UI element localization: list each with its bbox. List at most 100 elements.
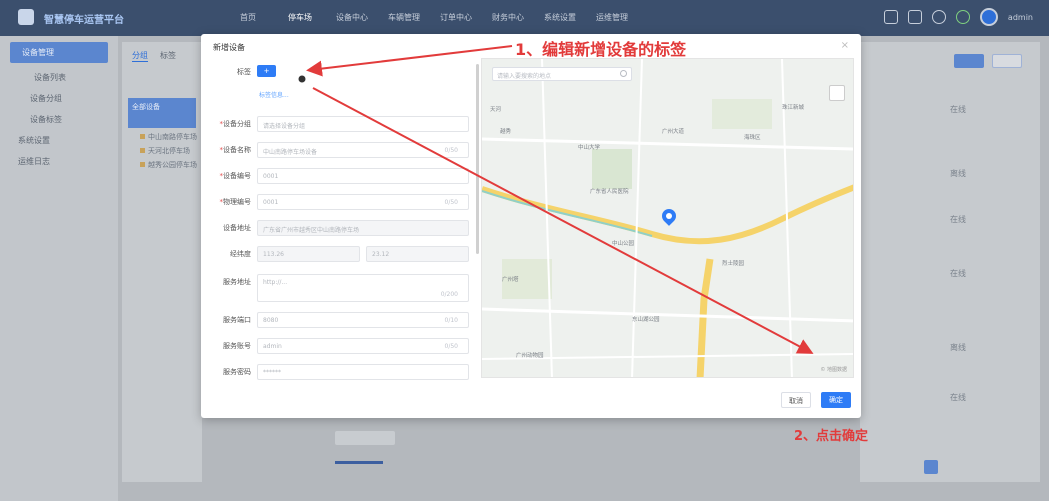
username[interactable]: admin bbox=[1008, 13, 1033, 22]
status-icon[interactable] bbox=[955, 10, 970, 24]
device-table-actions: 在线 离线 在线 在线 离线 在线 bbox=[860, 42, 1040, 482]
page-size-select[interactable] bbox=[335, 431, 395, 445]
notification-icon[interactable] bbox=[931, 10, 946, 24]
tree-node[interactable]: 中山南路停车场 bbox=[122, 128, 202, 142]
tree-node-label: 天河北停车场 bbox=[148, 147, 190, 155]
add-button[interactable] bbox=[954, 54, 984, 68]
form-row-coords: 经纬度 113.26 23.12 bbox=[201, 246, 477, 264]
annotation-step1: 1、编辑新增设备的标签 bbox=[515, 40, 687, 59]
form-row-name: *设备名称 中山南路停车场设备 0/50 bbox=[201, 142, 477, 160]
sidebar-item-device-list[interactable]: 设备列表 bbox=[0, 67, 118, 88]
nav-item-devices[interactable]: 设备中心 bbox=[326, 0, 378, 36]
tag-label: 标签 bbox=[237, 68, 251, 76]
field-label: 设备地址 bbox=[223, 224, 251, 232]
service-port-input[interactable]: 8080 0/10 bbox=[257, 312, 469, 328]
folder-icon bbox=[140, 134, 145, 139]
status-cell: 离线 bbox=[950, 343, 966, 352]
tag-row: 标签 + 标签信息... bbox=[201, 64, 477, 99]
tree-selected-node[interactable]: 全部设备 bbox=[128, 98, 196, 128]
form-scrollbar[interactable] bbox=[476, 64, 479, 254]
add-device-modal: 新增设备 × 标签 + 标签信息... *设备分组 请选择设备分组 *设备名称 … bbox=[201, 34, 861, 418]
message-icon[interactable] bbox=[907, 10, 922, 24]
field-label: *设备编号 bbox=[219, 172, 252, 180]
sidebar-item-device-mgmt[interactable]: 设备管理 bbox=[10, 42, 108, 63]
form-row-port: 服务端口 8080 0/10 bbox=[201, 312, 477, 330]
service-url-input[interactable]: http://... 0/200 bbox=[257, 274, 469, 302]
map-label: 珠江新城 bbox=[782, 105, 805, 111]
map-label: 烈士陵园 bbox=[722, 261, 745, 267]
fullscreen-icon[interactable] bbox=[883, 10, 898, 24]
field-label: 服务端口 bbox=[223, 316, 251, 324]
device-group-select[interactable]: 请选择设备分组 bbox=[257, 116, 469, 132]
tag-hint-link[interactable]: 标签信息... bbox=[259, 90, 289, 99]
sidebar-item-device-tag[interactable]: 设备标签 bbox=[0, 109, 118, 130]
app-title: 智慧停车运营平台 bbox=[44, 15, 124, 26]
map-label: 海珠区 bbox=[744, 135, 761, 141]
field-label: 经纬度 bbox=[230, 250, 251, 258]
map-credit: © 地图数据 bbox=[820, 367, 847, 373]
nav-item-ops[interactable]: 运维管理 bbox=[586, 0, 638, 36]
nav-item-parking[interactable]: 停车场 bbox=[274, 0, 326, 36]
field-label: 服务密码 bbox=[223, 368, 251, 376]
sidebar-item-device-group[interactable]: 设备分组 bbox=[0, 88, 118, 109]
nav-item-home[interactable]: 首页 bbox=[222, 0, 274, 36]
top-navbar: 智慧停车运营平台 首页 停车场 设备中心 车辆管理 订单中心 财务中心 系统设置… bbox=[0, 0, 1049, 36]
form-row-code: *设备编号 0001 bbox=[201, 168, 477, 186]
annotation-step2: 2、点击确定 bbox=[794, 429, 869, 444]
device-address-input[interactable]: 广东省广州市越秀区中山南路停车场 bbox=[257, 220, 469, 236]
tree-node-label: 中山南路停车场 bbox=[148, 133, 197, 141]
sidebar-item-system[interactable]: 系统设置 bbox=[0, 130, 118, 151]
form-row-group: *设备分组 请选择设备分组 bbox=[201, 116, 477, 134]
physical-code-input[interactable]: 0001 0/50 bbox=[257, 194, 469, 210]
map-label: 广州动物园 bbox=[516, 353, 544, 359]
close-icon[interactable]: × bbox=[841, 40, 849, 51]
search-icon bbox=[620, 70, 627, 77]
service-password-input[interactable]: ****** bbox=[257, 364, 469, 380]
device-code-input[interactable]: 0001 bbox=[257, 168, 469, 184]
nav-item-finance[interactable]: 财务中心 bbox=[482, 0, 534, 36]
longitude-input[interactable]: 113.26 bbox=[257, 246, 360, 262]
modal-footer: 取消 确定 bbox=[781, 392, 851, 408]
tab-tag[interactable]: 标签 bbox=[160, 50, 176, 62]
map-label: 越秀 bbox=[500, 129, 512, 135]
service-account-input[interactable]: admin 0/50 bbox=[257, 338, 469, 354]
nav-item-settings[interactable]: 系统设置 bbox=[534, 0, 586, 36]
sidebar-item-logs[interactable]: 运维日志 bbox=[0, 151, 118, 172]
export-button[interactable] bbox=[992, 54, 1022, 68]
location-map[interactable]: 请输入要搜索的地点 天河 越秀 中山大学 广州大道 珠江新城 海珠区 广东省人民… bbox=[481, 58, 854, 378]
field-label: 服务账号 bbox=[223, 342, 251, 350]
logo-icon bbox=[18, 9, 34, 25]
table-footer bbox=[305, 425, 745, 464]
status-cell: 在线 bbox=[950, 105, 966, 114]
confirm-button[interactable]: 确定 bbox=[821, 392, 851, 408]
field-label: *物理编号 bbox=[219, 198, 252, 206]
tree-node[interactable]: 天河北停车场 bbox=[122, 142, 202, 156]
add-tag-button[interactable]: + bbox=[257, 65, 276, 77]
nav-item-vehicles[interactable]: 车辆管理 bbox=[378, 0, 430, 36]
avatar[interactable] bbox=[979, 8, 998, 26]
map-search-input[interactable]: 请输入要搜索的地点 bbox=[492, 67, 632, 81]
status-cell: 在线 bbox=[950, 269, 966, 278]
field-label: *设备分组 bbox=[219, 120, 252, 128]
map-label: 中山公园 bbox=[612, 241, 635, 247]
nav-item-orders[interactable]: 订单中心 bbox=[430, 0, 482, 36]
status-cell: 离线 bbox=[950, 169, 966, 178]
field-label: *设备名称 bbox=[219, 146, 252, 154]
device-name-input[interactable]: 中山南路停车场设备 0/50 bbox=[257, 142, 469, 158]
folder-icon bbox=[140, 148, 145, 153]
map-label: 广州塔 bbox=[502, 277, 519, 283]
latitude-input[interactable]: 23.12 bbox=[366, 246, 469, 262]
tree-node[interactable]: 越秀公园停车场 bbox=[122, 156, 202, 170]
scrollbar[interactable] bbox=[335, 461, 383, 464]
map-label: 天河 bbox=[490, 107, 502, 113]
map-layer-control[interactable] bbox=[829, 85, 845, 101]
main-nav: 首页 停车场 设备中心 车辆管理 订单中心 财务中心 系统设置 运维管理 bbox=[222, 0, 638, 36]
tab-group[interactable]: 分组 bbox=[132, 50, 148, 62]
device-form: 标签 + 标签信息... *设备分组 请选择设备分组 *设备名称 中山南路停车场… bbox=[201, 58, 477, 380]
cancel-button[interactable]: 取消 bbox=[781, 392, 811, 408]
device-tree-panel: 分组 标签 全部设备 中山南路停车场 天河北停车场 越秀公园停车场 bbox=[122, 42, 202, 482]
status-cell: 在线 bbox=[950, 393, 966, 402]
form-row-physical: *物理编号 0001 0/50 bbox=[201, 194, 477, 212]
form-row-account: 服务账号 admin 0/50 bbox=[201, 338, 477, 356]
pagination-current[interactable] bbox=[924, 460, 938, 474]
